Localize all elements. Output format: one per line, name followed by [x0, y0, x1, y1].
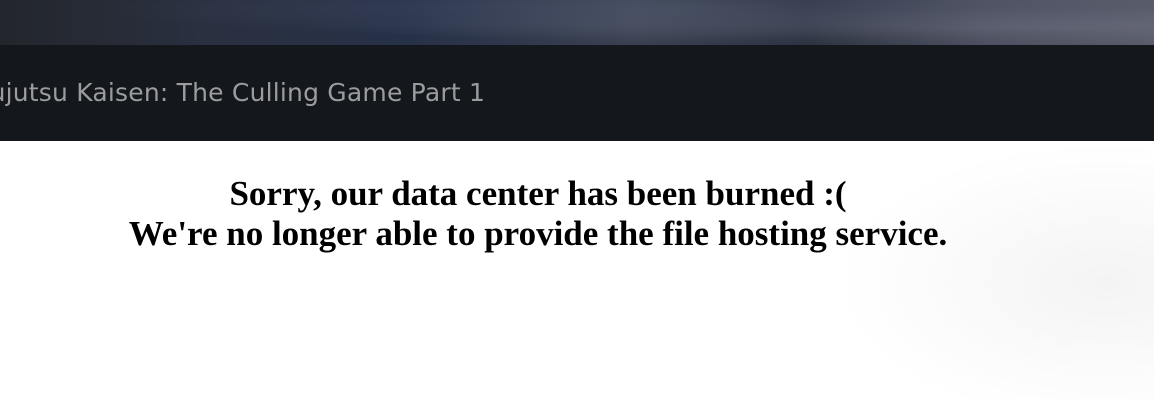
video-player-embed[interactable]: Sorry, our data center has been burned :… — [0, 141, 1154, 399]
error-message: Sorry, our data center has been burned :… — [0, 174, 1076, 254]
error-message-line-2: We're no longer able to provide the file… — [128, 214, 948, 253]
hero-banner-image — [0, 0, 1154, 45]
title-bar: Jujutsu Kaisen: The Culling Game Part 1 — [0, 45, 1154, 141]
page: Jujutsu Kaisen: The Culling Game Part 1 … — [0, 0, 1154, 399]
page-title: Jujutsu Kaisen: The Culling Game Part 1 — [0, 78, 486, 107]
error-message-line-1: Sorry, our data center has been burned :… — [229, 174, 847, 213]
